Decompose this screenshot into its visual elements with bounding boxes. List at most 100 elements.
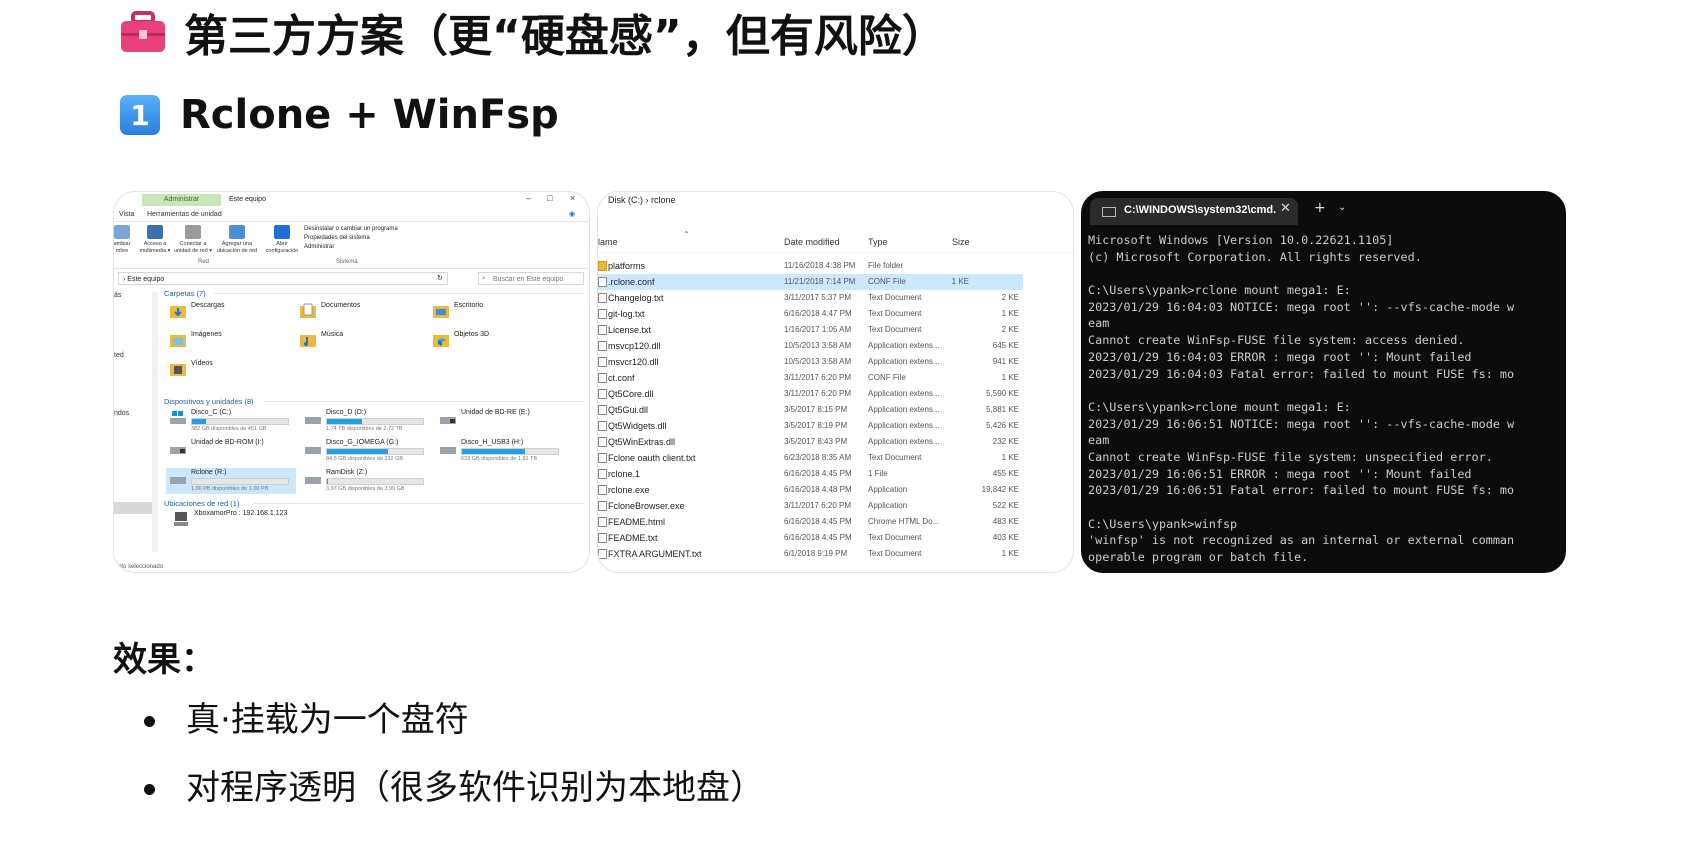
- folder-item[interactable]: Vídeos: [169, 360, 213, 378]
- drive-usage-bar: [326, 478, 424, 485]
- table-row[interactable]: .rclone.conf 11/21/2018 7:14 PM CONF File 1…: [598, 274, 1023, 290]
- file-name: rclone.1: [608, 469, 641, 479]
- ribbon-tab-herramientas[interactable]: Herramientas de unidad: [147, 210, 222, 220]
- search-input[interactable]: Buscar en Este equipo: [478, 272, 584, 285]
- system-properties-link[interactable]: Propiedades del sistema: [304, 234, 398, 243]
- nav-item[interactable]: ted: [114, 352, 124, 359]
- drive-item[interactable]: Disco_C (C:) 382 GB disponibles de 451 GB: [169, 409, 289, 432]
- manage-link[interactable]: Administrar: [304, 243, 398, 252]
- map-network-drive-button[interactable]: Conectar a unidad de red ▾: [174, 225, 212, 255]
- table-row[interactable]: Qt5Core.dll 3/11/2017 6:20 PM Application …: [598, 386, 1073, 402]
- media-access-button[interactable]: Acceso a multimedia ▾: [138, 225, 172, 255]
- file-icon: [598, 405, 607, 415]
- table-row[interactable]: rclone.exe 6/16/2018 4:48 PM Application 19…: [598, 482, 1073, 498]
- rename-button[interactable]: ambiar mbre: [114, 225, 132, 255]
- drive-usage-bar: [326, 448, 424, 455]
- minimize-icon[interactable]: –: [526, 193, 531, 203]
- file-icon: [598, 325, 607, 335]
- table-row[interactable]: Fclone oauth client.txt 6/23/2018 8:35 AM…: [598, 450, 1073, 466]
- file-size: 1 KE: [951, 277, 969, 286]
- folder-item[interactable]: Imágenes: [169, 331, 222, 349]
- folder-item[interactable]: Descargas: [169, 302, 224, 320]
- new-tab-icon[interactable]: +: [1314, 200, 1326, 216]
- section-folders[interactable]: Carpetas (7): [164, 289, 206, 298]
- folder-item[interactable]: Escritorio: [432, 302, 483, 320]
- table-row[interactable]: FcloneBrowser.exe 3/11/2017 6:20 PM Applic…: [598, 498, 1073, 514]
- table-row[interactable]: FEADME.html 6/16/2018 4:45 PM Chrome HTML …: [598, 514, 1073, 530]
- drive-item[interactable]: Disco_H_USB3 (H:) 633 GB disponibles de 1…: [439, 439, 559, 462]
- table-row[interactable]: ct.conf 3/11/2017 6:20 PM CONF File 1 KE: [598, 370, 1073, 386]
- table-row[interactable]: msvcp120.dll 10/5/2013 3:58 AM Application…: [598, 338, 1073, 354]
- table-row[interactable]: platforms 11/16/2018 4:38 PM File folder: [598, 258, 1073, 274]
- folder-item[interactable]: Objetos 3D: [432, 331, 489, 349]
- windows-drive-icon: [170, 411, 186, 424]
- column-date-modified[interactable]: Date modified: [784, 237, 840, 247]
- table-row[interactable]: License.txt 1/16/2017 1:05 AM Text Documen…: [598, 322, 1073, 338]
- music-folder-icon: [300, 335, 316, 347]
- file-size: 19,842 KE: [981, 485, 1019, 494]
- drive-item[interactable]: Rclone (R:) 1,00 PB disponibles de 1,00 P…: [169, 469, 289, 492]
- computer-icon: [174, 512, 188, 526]
- breadcrumb[interactable]: Disk (C:) › rclone: [608, 194, 676, 206]
- column-size[interactable]: Size: [952, 237, 970, 247]
- terminal-output[interactable]: Microsoft Windows [Version 10.0.22621.11…: [1088, 232, 1564, 566]
- nav-item[interactable]: ndos: [114, 410, 129, 417]
- file-date: 3/5/2017 8:19 PM: [784, 421, 848, 430]
- file-date: 11/21/2018 7:14 PM: [784, 277, 856, 286]
- file-icon: [598, 421, 607, 431]
- file-size: 1 KE: [1001, 309, 1019, 318]
- nav-item[interactable]: ás: [114, 292, 121, 299]
- file-size: 1 KE: [1001, 453, 1019, 462]
- help-icon[interactable]: ◉: [569, 210, 575, 220]
- documents-folder-icon: [300, 303, 316, 318]
- drive-item[interactable]: Disco_G_IOMEGA (G:) 84,6 GB disponibles d…: [304, 439, 424, 462]
- folder-item[interactable]: Música: [299, 331, 343, 349]
- table-row[interactable]: Qt5Widgets.dll 3/5/2017 8:19 PM Applicatio…: [598, 418, 1073, 434]
- status-bar: nto seleccionado: [118, 564, 164, 570]
- section-drives[interactable]: Dispositivos y unidades (8): [164, 397, 254, 406]
- uninstall-link[interactable]: Desinstalar o cambiar un programa: [304, 225, 398, 234]
- nav-scrollbar[interactable]: [152, 292, 158, 552]
- drive-usage-bar: [191, 478, 289, 485]
- column-name[interactable]: lame: [598, 237, 618, 247]
- file-icon: [598, 437, 607, 447]
- section-network[interactable]: Ubicaciones de red (1): [164, 499, 239, 508]
- chevron-down-icon[interactable]: ⌄: [1338, 202, 1346, 213]
- file-size: 1 KE: [1001, 373, 1019, 382]
- nav-selected-item[interactable]: [114, 502, 152, 514]
- file-name: platforms: [608, 261, 646, 271]
- close-icon[interactable]: ✕: [1280, 201, 1291, 216]
- file-type: Text Document: [868, 309, 922, 318]
- drive-item[interactable]: Disco_D (D:) 1,74 TB disponibles de 2,72 …: [304, 409, 424, 432]
- table-row[interactable]: Qt5Gui.dll 3/5/2017 8:15 PM Application ex…: [598, 402, 1073, 418]
- table-row[interactable]: Changelog.txt 3/11/2017 5:37 PM Text Docum…: [598, 290, 1073, 306]
- open-settings-button[interactable]: Abrir configuración: [264, 225, 300, 255]
- table-row[interactable]: FXTRA ARGUMENT.txt 6/1/2018 9:19 PM Text D…: [598, 546, 1073, 562]
- add-network-location-button[interactable]: Agregar una ubicación de red: [214, 225, 260, 255]
- table-row[interactable]: Qt5WinExtras.dll 3/5/2017 8:43 PM Applicat…: [598, 434, 1073, 450]
- table-row[interactable]: FEADME.txt 6/16/2018 4:45 PM Text Document…: [598, 530, 1073, 546]
- address-bar[interactable]: › Este equipo: [118, 272, 448, 285]
- close-icon[interactable]: ×: [570, 193, 575, 203]
- column-type[interactable]: Type: [868, 237, 888, 247]
- folder-item[interactable]: Documentos: [299, 302, 360, 320]
- maximize-icon[interactable]: □: [547, 193, 552, 203]
- refresh-icon[interactable]: ↻: [437, 272, 443, 285]
- file-type: Text Document: [868, 325, 922, 334]
- drive-item[interactable]: RamDisk (Z:) 3,97 GB disponibles de 3,99 …: [304, 469, 424, 492]
- terminal-line: eam: [1088, 433, 1110, 448]
- screenshot-gallery: Administrar Este equipo – □ × Vista Herr…: [113, 191, 1566, 573]
- drive-item[interactable]: Unidad de BD-RE (E:): [439, 409, 530, 427]
- table-row[interactable]: msvcr120.dll 10/5/2013 3:58 AM Application…: [598, 354, 1073, 370]
- drive-item[interactable]: Unidad de BD-ROM (I:): [169, 439, 264, 457]
- terminal-tab[interactable]: C:\WINDOWS\system32\cmd. ✕: [1090, 198, 1298, 225]
- table-row[interactable]: git-log.txt 6/16/2018 4:47 PM Text Documen…: [598, 306, 1073, 322]
- table-row[interactable]: rclone.1 6/16/2018 4:45 PM 1 File 455 KE: [598, 466, 1073, 482]
- network-item[interactable]: XboxamorPro : 192.168.1.123: [172, 510, 287, 528]
- file-date: 6/16/2018 4:45 PM: [784, 533, 852, 542]
- tab-administrar[interactable]: Administrar: [142, 194, 221, 206]
- file-name: FEADME.html: [608, 517, 666, 527]
- ribbon-tab-vista[interactable]: Vista: [119, 210, 134, 220]
